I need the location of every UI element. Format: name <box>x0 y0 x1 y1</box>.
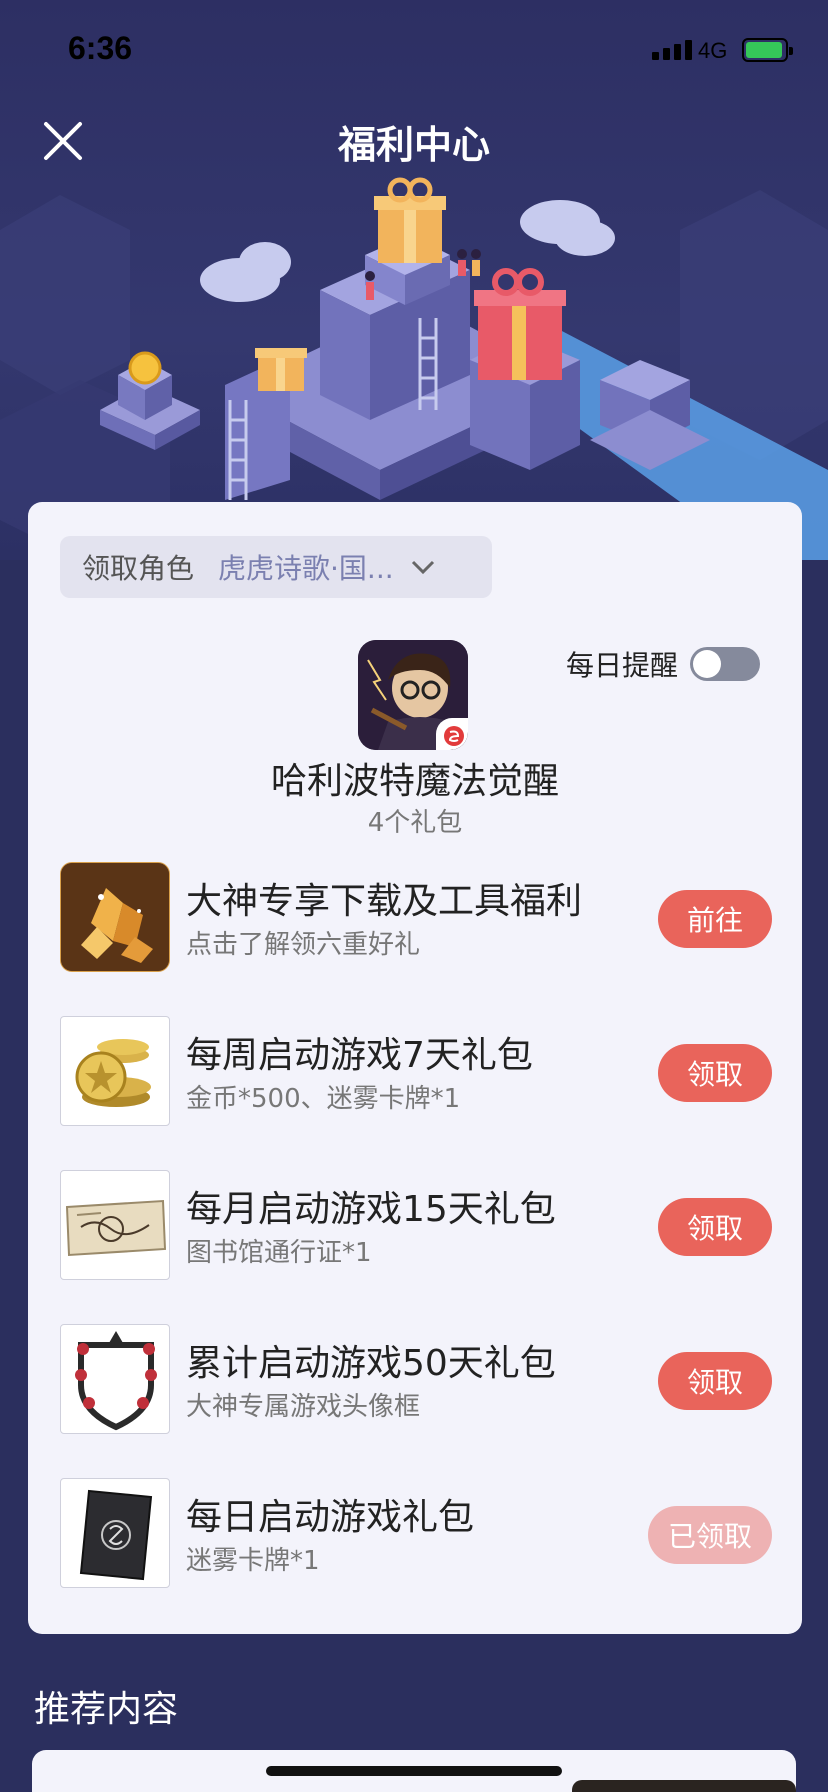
gift-subtitle: 大神专属游戏头像框 <box>186 1392 421 1422</box>
status-time: 6:36 <box>68 30 133 66</box>
welfare-card: 领取角色 虎虎诗歌·国... 每日提醒 哈利波特魔法觉醒 4个礼包 大神专享下载… <box>28 502 802 1634</box>
gold-coins-icon <box>60 1016 170 1126</box>
gift-row: 大神专享下载及工具福利 点击了解领六重好礼 前往 <box>60 862 772 974</box>
gift-title: 大神专享下载及工具福利 <box>186 881 583 922</box>
battery-icon <box>742 38 793 62</box>
game-name: 哈利波特魔法觉醒 <box>270 761 559 802</box>
role-label: 领取角色 <box>82 552 195 585</box>
page-title: 福利中心 <box>337 123 490 167</box>
chevron-down-icon <box>411 560 434 575</box>
daily-reminder-toggle[interactable] <box>690 647 761 681</box>
claim-button[interactable]: 领取 <box>658 1044 772 1102</box>
home-indicator <box>266 1766 562 1776</box>
netease-badge-icon <box>436 718 468 750</box>
mist-card-icon <box>60 1478 170 1588</box>
hero-banner: 6:36 4G 福利中心 <box>0 0 828 560</box>
role-value: 虎虎诗歌·国... <box>218 552 394 585</box>
library-pass-icon <box>60 1170 170 1280</box>
gift-title: 每月启动游戏15天礼包 <box>186 1189 556 1230</box>
gift-title: 每日启动游戏礼包 <box>186 1497 475 1538</box>
gift-row: 每周启动游戏7天礼包 金币*500、迷雾卡牌*1 领取 <box>60 1016 772 1128</box>
recommend-title: 推荐内容 <box>34 1689 179 1730</box>
avatar-frame-icon <box>60 1324 170 1434</box>
daily-reminder: 每日提醒 <box>566 644 761 684</box>
gift-subtitle: 图书馆通行证*1 <box>186 1238 372 1268</box>
gift-row: 累计启动游戏50天礼包 大神专属游戏头像框 领取 <box>60 1324 772 1436</box>
network-type: 4G <box>698 38 728 63</box>
gift-count: 4个礼包 <box>367 808 463 838</box>
role-selector[interactable]: 领取角色 虎虎诗歌·国... <box>60 536 492 598</box>
gift-subtitle: 点击了解领六重好礼 <box>186 930 421 960</box>
go-button[interactable]: 前往 <box>658 890 772 948</box>
claim-button[interactable]: 领取 <box>658 1198 772 1256</box>
daily-reminder-label: 每日提醒 <box>566 649 679 682</box>
claim-button[interactable]: 领取 <box>658 1352 772 1410</box>
claimed-button[interactable]: 已领取 <box>648 1506 772 1564</box>
gift-row: 每月启动游戏15天礼包 图书馆通行证*1 领取 <box>60 1170 772 1282</box>
game-icon <box>358 640 468 750</box>
signal-icon <box>652 40 692 60</box>
gift-subtitle: 金币*500、迷雾卡牌*1 <box>186 1084 461 1114</box>
recommend-thumbnail <box>572 1780 796 1792</box>
gift-row: 每日启动游戏礼包 迷雾卡牌*1 已领取 <box>60 1478 772 1590</box>
gift-title: 每周启动游戏7天礼包 <box>186 1035 533 1076</box>
status-bar: 6:36 4G <box>0 0 828 100</box>
gift-title: 累计启动游戏50天礼包 <box>186 1343 556 1384</box>
gold-gems-icon <box>60 862 170 972</box>
gift-subtitle: 迷雾卡牌*1 <box>186 1546 320 1576</box>
